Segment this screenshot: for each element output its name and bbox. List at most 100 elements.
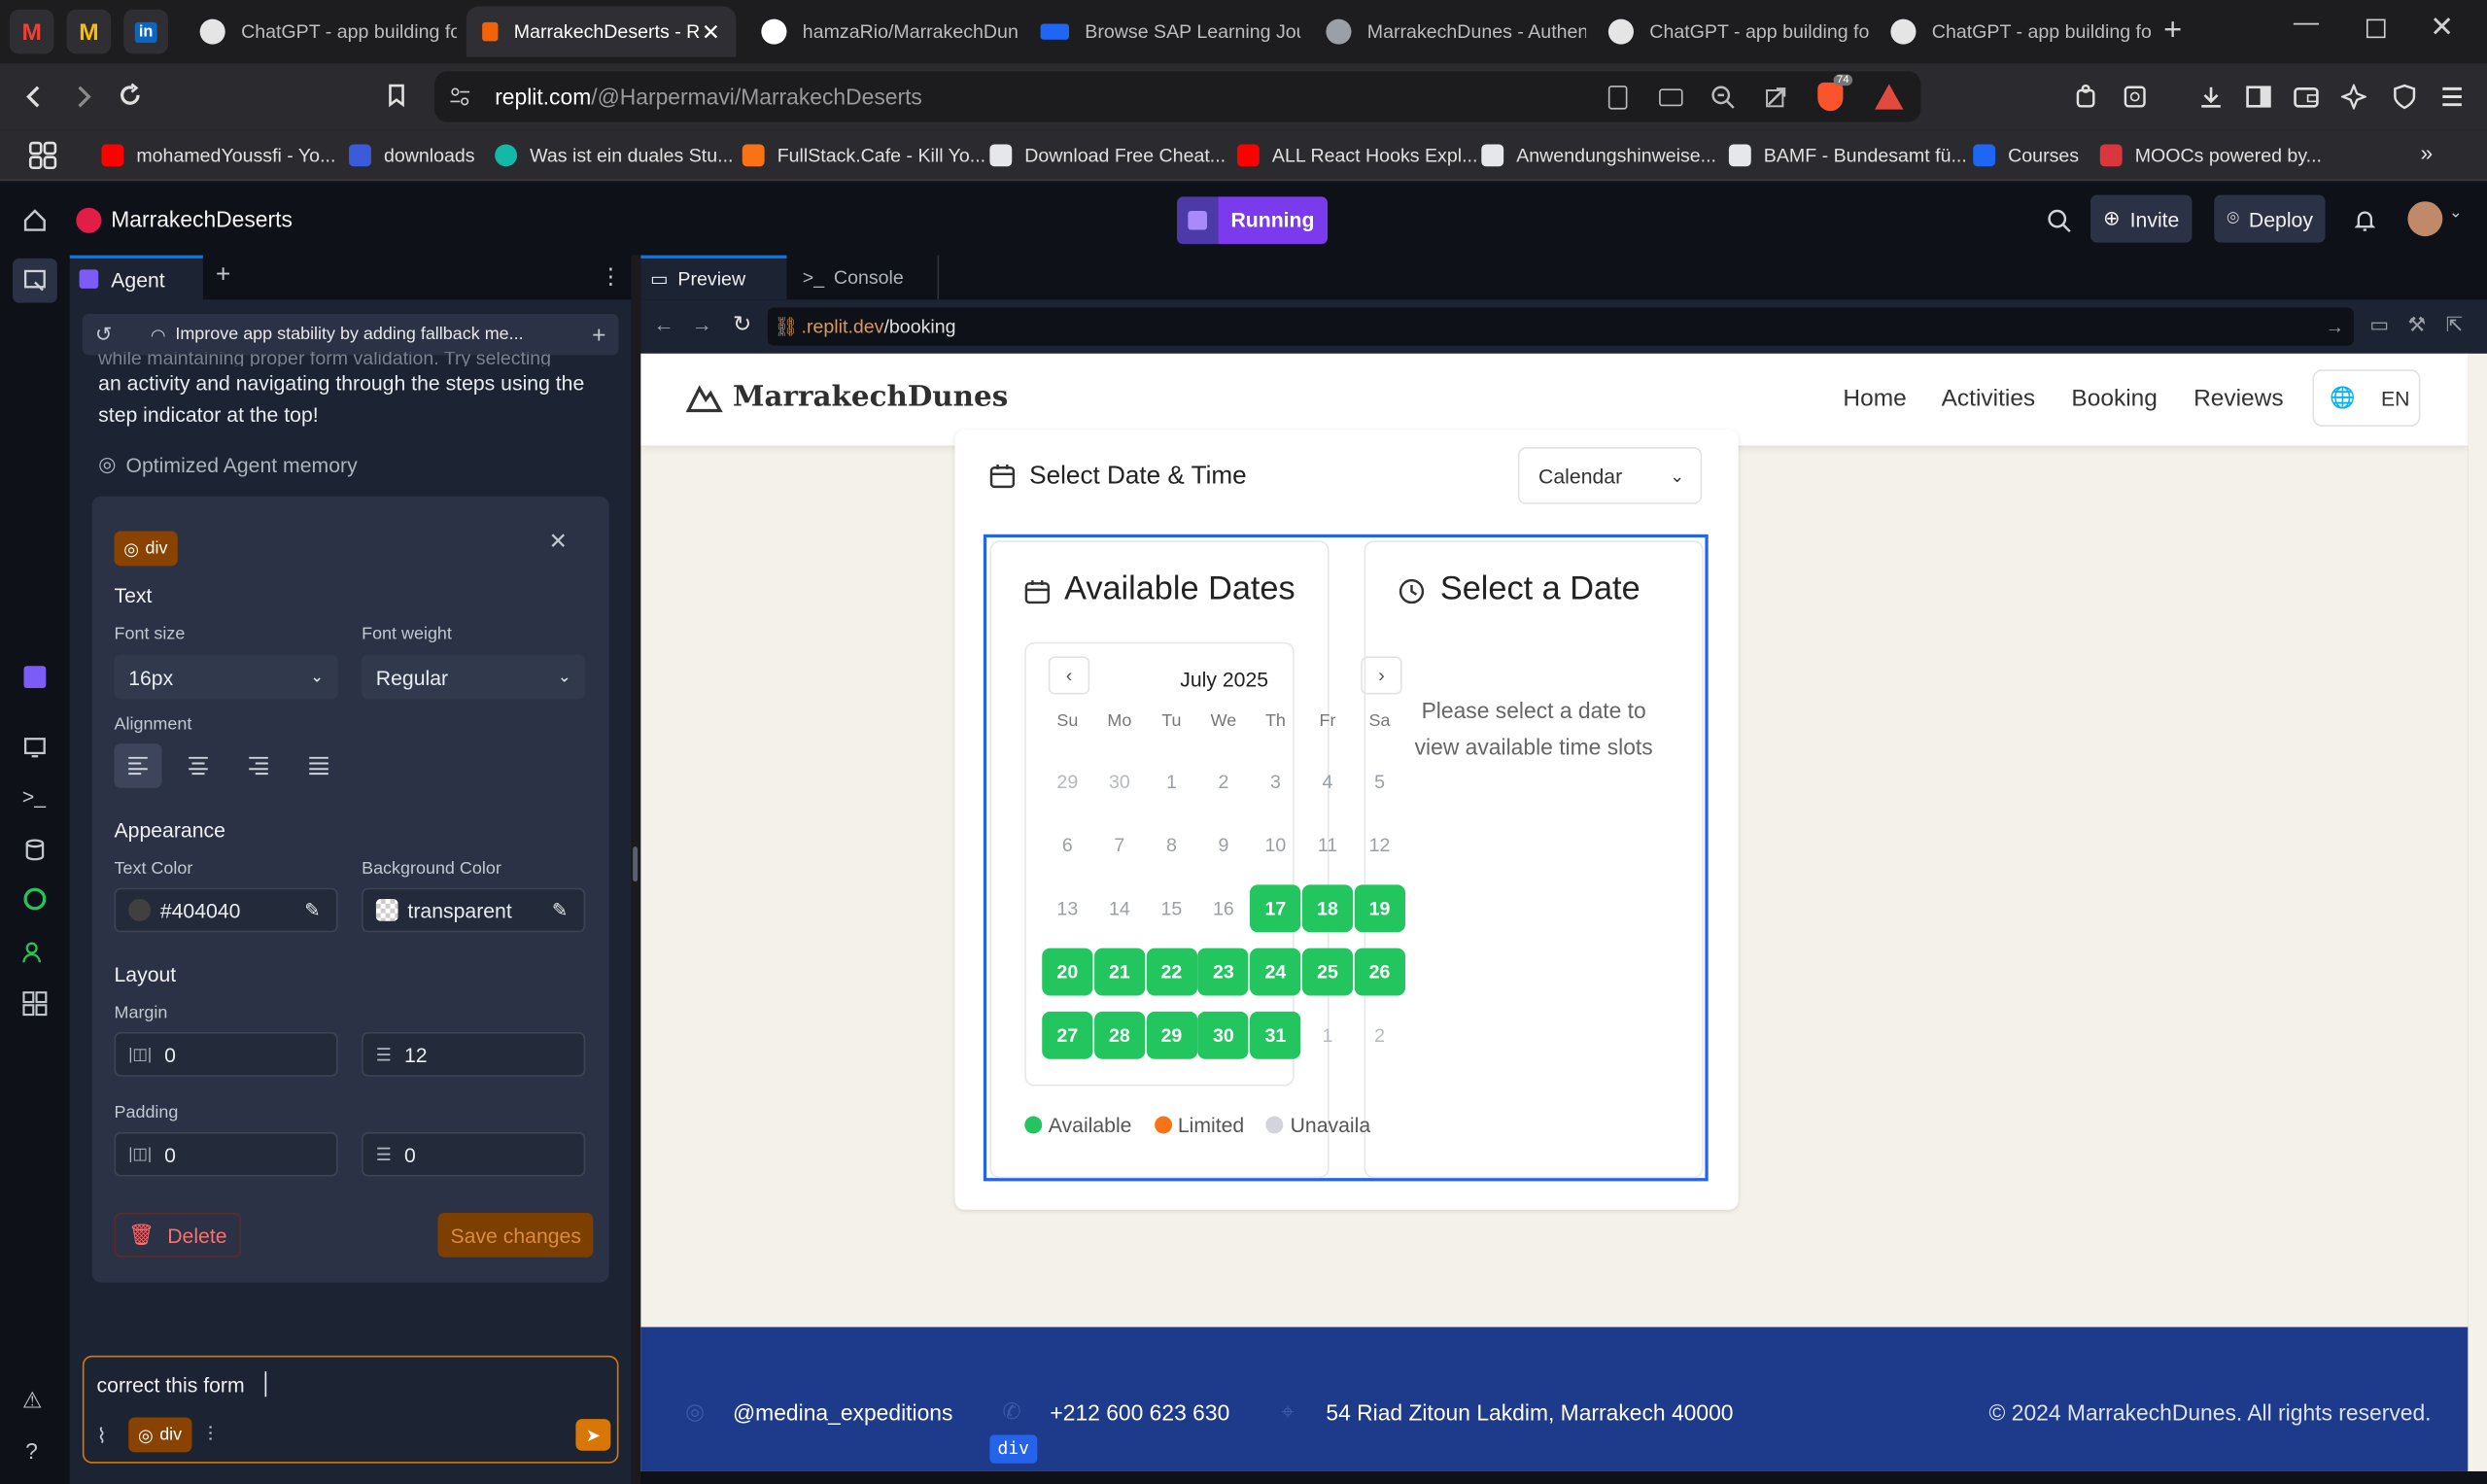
tab-github[interactable]: hamzaRio/MarrakechDun [748, 7, 1019, 57]
delete-button[interactable]: 🗑 Delete [114, 1213, 242, 1258]
preview-reload-icon[interactable]: ↻ [733, 311, 751, 338]
calendar-day-available[interactable]: 22 [1146, 948, 1197, 996]
agent-tool-icon[interactable] [23, 666, 47, 689]
tab-replit-active[interactable]: MarrakechDeserts - R ✕ [466, 6, 737, 57]
bookmark-item[interactable]: Download Free Cheat... [989, 140, 1226, 172]
align-center-icon[interactable] [188, 756, 210, 776]
bookmark-item[interactable]: ALL React Hooks Expl... [1236, 140, 1477, 172]
instagram-icon[interactable]: ◎ [685, 1398, 705, 1426]
calendar-day-available[interactable]: 21 [1093, 948, 1145, 996]
tab-preview[interactable]: ▭ Preview [640, 255, 787, 300]
attach-icon[interactable]: ⌇ [97, 1424, 107, 1449]
calendar-day-available[interactable]: 28 [1093, 1011, 1145, 1059]
prev-month-button[interactable]: ‹ [1048, 656, 1090, 695]
eyedropper-icon[interactable]: ✎ [552, 899, 568, 921]
close-inspector-icon[interactable]: ✕ [549, 528, 568, 555]
history-icon[interactable]: ↺ [95, 322, 113, 347]
brave-rewards-icon[interactable] [1875, 84, 1904, 110]
calendar-day-available[interactable]: 31 [1250, 1011, 1301, 1059]
more-bookmarks-icon[interactable]: » [2420, 140, 2433, 165]
calendar-day-available[interactable]: 25 [1301, 948, 1354, 996]
view-mode-select[interactable]: Calendar ⌄ [1517, 447, 1703, 504]
nav-reviews[interactable]: Reviews [2193, 385, 2284, 412]
project-name[interactable]: MarrakechDeserts [111, 206, 293, 231]
search-icon[interactable] [2046, 208, 2071, 233]
forward-icon[interactable] [70, 84, 95, 109]
padding-y-input[interactable]: ☰ 0 [362, 1131, 586, 1177]
bookmark-item[interactable]: FullStack.Cafe - Kill Yo... [742, 140, 985, 172]
clipboard-icon[interactable] [1607, 85, 1628, 109]
invite-button[interactable]: ⊕ Invite [2090, 194, 2193, 243]
margin-x-input[interactable]: |◫| 0 [114, 1032, 338, 1077]
language-switch[interactable]: 🌐 EN [2312, 369, 2421, 427]
send-button[interactable]: ➤ [575, 1419, 611, 1451]
devtools-icon[interactable]: ⚒ [2407, 312, 2426, 337]
bookmark-item[interactable]: BAMF - Bundesamt fü... [1728, 140, 1967, 172]
eyedropper-icon[interactable]: ✎ [304, 899, 320, 921]
site-info-icon[interactable] [447, 84, 472, 109]
linkedin-pinned-tab[interactable]: in [123, 9, 168, 54]
leo-ai-icon[interactable] [2340, 84, 2366, 110]
footer-social[interactable]: @medina_expeditions [733, 1400, 952, 1426]
bookmark-item[interactable]: mohamedYoussfi - Yo... [101, 140, 335, 172]
tab-chatgpt-1[interactable]: ChatGPT - app building fo [188, 7, 457, 57]
tab-console[interactable]: >_ Console [786, 255, 940, 300]
bookmark-icon[interactable] [384, 83, 409, 108]
chevron-down-icon[interactable]: ⌄ [2449, 204, 2463, 222]
padding-x-input[interactable]: |◫| 0 [114, 1131, 338, 1177]
devices-icon[interactable]: ▭ [2369, 312, 2389, 337]
chat-input[interactable]: correct this form [97, 1373, 245, 1397]
new-pane-tab-button[interactable]: + [216, 261, 230, 290]
reader-icon[interactable] [2123, 84, 2148, 109]
footer-phone[interactable]: +212 600 623 630 [1050, 1400, 1229, 1426]
pane-resize-handle[interactable] [633, 846, 639, 882]
bookmark-item[interactable]: MOOCs powered by... [2099, 140, 2322, 172]
user-avatar[interactable] [2407, 201, 2443, 237]
calendar-day-available[interactable]: 26 [1354, 948, 1405, 996]
bell-icon[interactable] [2352, 208, 2377, 233]
gmail-pinned-tab-2[interactable]: M [66, 9, 112, 54]
font-weight-select[interactable]: Regular ⌄ [362, 654, 586, 700]
run-status-button[interactable]: Running [1176, 196, 1328, 245]
close-tab-icon[interactable]: ✕ [702, 18, 720, 46]
database-icon[interactable] [22, 837, 48, 862]
calendar-day-available[interactable]: 18 [1301, 884, 1354, 933]
bookmark-item[interactable]: Courses [1973, 140, 2079, 172]
bg-color-field[interactable]: transparent ✎ [362, 887, 586, 933]
align-right-icon[interactable] [248, 756, 270, 776]
go-arrow-icon[interactable]: → [2326, 316, 2345, 338]
calendar-day-available[interactable]: 30 [1197, 1011, 1250, 1059]
nav-activities[interactable]: Activities [1942, 385, 2036, 412]
bookmark-item[interactable]: Was ist ein duales Stu... [495, 140, 733, 172]
deployments-icon[interactable] [23, 887, 47, 911]
tab-marrakechdunes-auth[interactable]: MarrakechDunes - Authen [1317, 7, 1586, 57]
close-window-button[interactable]: ✕ [2430, 11, 2454, 44]
deploy-button[interactable]: ⌾ Deploy [2214, 194, 2327, 243]
download-icon[interactable] [2198, 84, 2224, 109]
gmail-pinned-tab[interactable]: M [9, 9, 54, 54]
auth-users-icon[interactable] [22, 940, 48, 965]
menu-icon[interactable] [2439, 84, 2465, 109]
font-size-select[interactable]: 16px ⌄ [114, 654, 338, 700]
brave-shield-icon[interactable] [1817, 82, 1844, 112]
nav-booking[interactable]: Booking [2071, 385, 2157, 412]
preview-tool-icon[interactable] [22, 734, 48, 759]
console-tool-icon[interactable]: >_ [22, 785, 46, 809]
extensions-icon[interactable] [2075, 84, 2100, 109]
back-icon[interactable] [22, 84, 48, 109]
site-brand[interactable]: MarrakechDunes [733, 381, 1008, 414]
tab-chatgpt-3[interactable]: ChatGPT - app building fo [1882, 7, 2151, 57]
next-month-button[interactable]: › [1361, 656, 1402, 695]
sidebar-icon[interactable] [2246, 84, 2271, 109]
tab-sap[interactable]: Browse SAP Learning Jour [1031, 7, 1300, 57]
chat-input-box[interactable]: correct this form ⌇ ◎ div ⫶ ➤ [82, 1355, 619, 1464]
alerts-icon[interactable]: ⚠ [22, 1387, 43, 1414]
apps-grid-icon[interactable] [28, 141, 57, 170]
calendar-day-available[interactable]: 20 [1042, 948, 1093, 996]
home-icon[interactable] [22, 208, 48, 233]
zoom-icon[interactable] [1710, 84, 1735, 109]
align-justify-icon[interactable] [308, 756, 330, 776]
preview-forward-icon[interactable]: → [692, 312, 712, 335]
checkpoint-banner[interactable]: ↺ ◠ Improve app stability by adding fall… [82, 314, 619, 356]
calendar-day-available[interactable]: 19 [1354, 884, 1405, 933]
